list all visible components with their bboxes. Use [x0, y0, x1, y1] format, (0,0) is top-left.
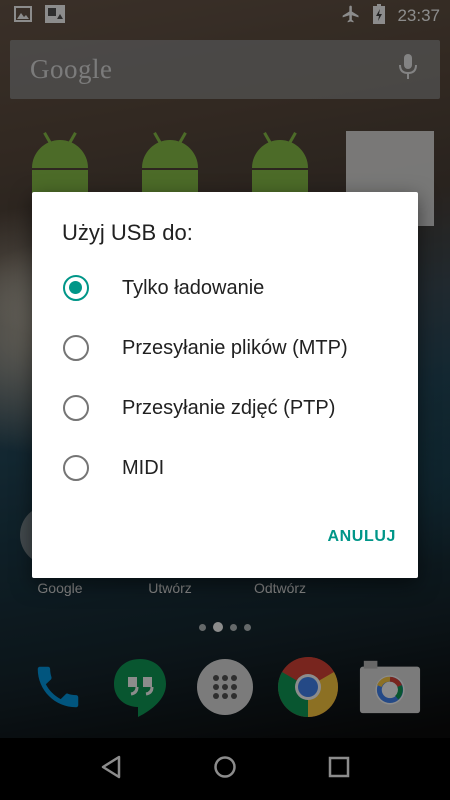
radio-unchecked-icon[interactable]: [63, 335, 89, 361]
radio-unchecked-icon[interactable]: [63, 455, 89, 481]
option-ptp[interactable]: Przesyłanie zdjęć (PTP): [32, 378, 418, 438]
option-mtp[interactable]: Przesyłanie plików (MTP): [32, 318, 418, 378]
option-label: Przesyłanie zdjęć (PTP): [122, 396, 336, 419]
option-label: Tylko ładowanie: [122, 276, 265, 299]
radio-unchecked-icon[interactable]: [63, 395, 89, 421]
dialog-title: Użyj USB do:: [62, 220, 193, 245]
cancel-button[interactable]: ANULUJ: [328, 528, 397, 546]
radio-checked-icon[interactable]: [63, 275, 89, 301]
option-label: MIDI: [122, 456, 165, 479]
option-midi[interactable]: MIDI: [32, 438, 418, 498]
option-label: Przesyłanie plików (MTP): [122, 336, 348, 359]
usb-mode-dialog: Użyj USB do: Tylko ładowanie Przesyłanie…: [32, 192, 418, 578]
option-charging-only[interactable]: Tylko ładowanie: [32, 258, 418, 318]
